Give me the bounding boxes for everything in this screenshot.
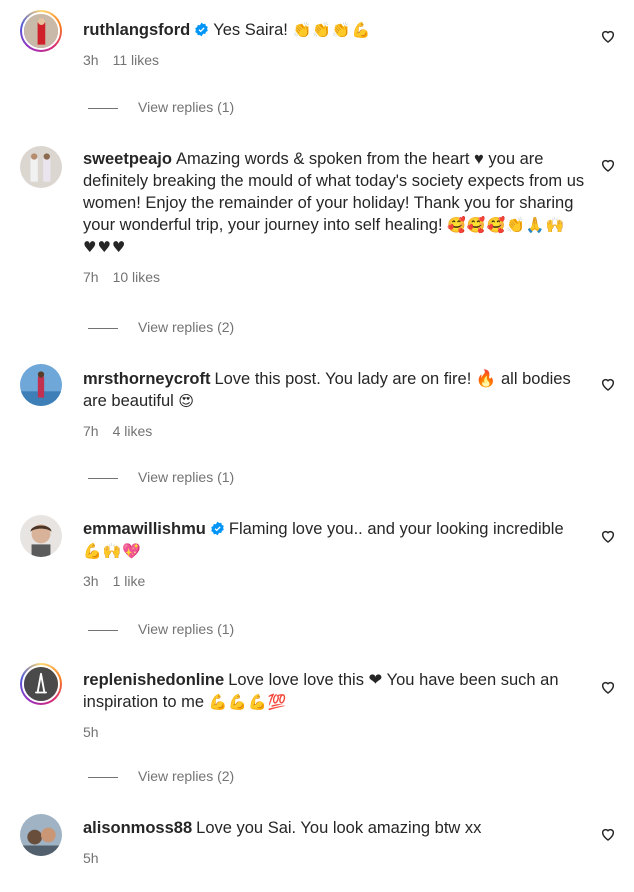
comment-emoji: 👏👏👏💪: [292, 21, 372, 39]
avatar[interactable]: [20, 364, 62, 406]
like-button[interactable]: [600, 28, 616, 44]
comment-text: Flaming love you.. and your looking incr…: [228, 520, 564, 538]
comment-meta: 5h: [83, 849, 583, 867]
comment-text: Yes Saira!: [213, 21, 288, 39]
comment-likes[interactable]: 10 likes: [113, 269, 160, 285]
avatar[interactable]: [20, 515, 62, 557]
view-replies-button[interactable]: View replies (1): [88, 620, 234, 638]
comment-username[interactable]: alisonmoss88: [83, 819, 192, 837]
avatar[interactable]: [20, 146, 62, 188]
replies-divider: [88, 327, 118, 329]
comment-body: replenishedonline Love love love this ❤ Y…: [83, 669, 583, 741]
comment-meta: 5h: [83, 723, 583, 741]
heart-outline-icon: [601, 159, 615, 172]
comment-time: 3h: [83, 573, 99, 589]
comment-username[interactable]: sweetpeajo: [83, 150, 172, 168]
view-replies-button[interactable]: View replies (1): [88, 98, 234, 116]
comment-username[interactable]: ruthlangsford: [83, 21, 190, 39]
comment-text: Love you Sai. You look amazing btw xx: [196, 819, 482, 837]
avatar[interactable]: [20, 814, 62, 856]
comment-meta: 7h 4 likes: [83, 422, 583, 440]
comment-meta: 3h 11 likes: [83, 51, 583, 69]
comments-list: ruthlangsford Yes Saira! 👏👏👏💪 3h 11 likes …: [0, 0, 634, 892]
like-button[interactable]: [600, 376, 616, 392]
view-replies-label: View replies (1): [138, 469, 235, 485]
replies-divider: [88, 629, 118, 631]
heart-outline-icon: [601, 828, 615, 841]
like-button[interactable]: [600, 157, 616, 173]
comment-body: alisonmoss88 Love you Sai. You look amazi…: [83, 817, 583, 867]
comment-body: sweetpeajo Amazing words & spoken from th…: [83, 148, 588, 286]
comment-body: ruthlangsford Yes Saira! 👏👏👏💪 3h 11 likes: [83, 19, 583, 69]
comment-emoji: 😍: [178, 392, 196, 410]
avatar[interactable]: [20, 663, 62, 705]
comment-emoji: 💪💪💪💯: [208, 693, 288, 711]
avatar[interactable]: [20, 10, 62, 52]
like-button[interactable]: [600, 679, 616, 695]
replies-divider: [88, 107, 118, 109]
like-button[interactable]: [600, 826, 616, 842]
view-replies-button[interactable]: View replies (1): [88, 468, 234, 486]
comment-likes[interactable]: 1 like: [113, 573, 146, 589]
comment-time: 7h: [83, 423, 99, 439]
heart-outline-icon: [601, 681, 615, 694]
comment-time: 5h: [83, 724, 99, 740]
comment-body: emmawillishmu Flaming love you.. and your…: [83, 518, 583, 590]
replies-divider: [88, 477, 118, 479]
heart-outline-icon: [601, 30, 615, 43]
heart-outline-icon: [601, 378, 615, 391]
comment-body: mrsthorneycroft Love this post. You lady …: [83, 368, 583, 440]
comment-username[interactable]: emmawillishmu: [83, 520, 206, 538]
view-replies-button[interactable]: View replies (2): [88, 767, 234, 785]
comment-likes[interactable]: 11 likes: [113, 52, 159, 68]
view-replies-button[interactable]: View replies (2): [88, 318, 234, 336]
view-replies-label: View replies (1): [138, 621, 235, 637]
comment-emoji: 💪🙌💖: [83, 542, 143, 560]
comment-username[interactable]: replenishedonline: [83, 671, 224, 689]
comment-meta: 3h 1 like: [83, 572, 583, 590]
like-button[interactable]: [600, 528, 616, 544]
heart-outline-icon: [601, 530, 615, 543]
view-replies-label: View replies (2): [138, 768, 235, 784]
view-replies-label: View replies (2): [138, 319, 235, 335]
comment-likes[interactable]: 4 likes: [113, 423, 153, 439]
comment-time: 7h: [83, 269, 99, 285]
verified-badge-icon: [195, 22, 208, 37]
comment-time: 3h: [83, 52, 99, 68]
comment-time: 5h: [83, 850, 99, 866]
replies-divider: [88, 776, 118, 778]
comment-meta: 7h 10 likes: [83, 268, 588, 286]
comment-username[interactable]: mrsthorneycroft: [83, 370, 210, 388]
view-replies-label: View replies (1): [138, 99, 235, 115]
verified-badge-icon: [211, 521, 224, 536]
